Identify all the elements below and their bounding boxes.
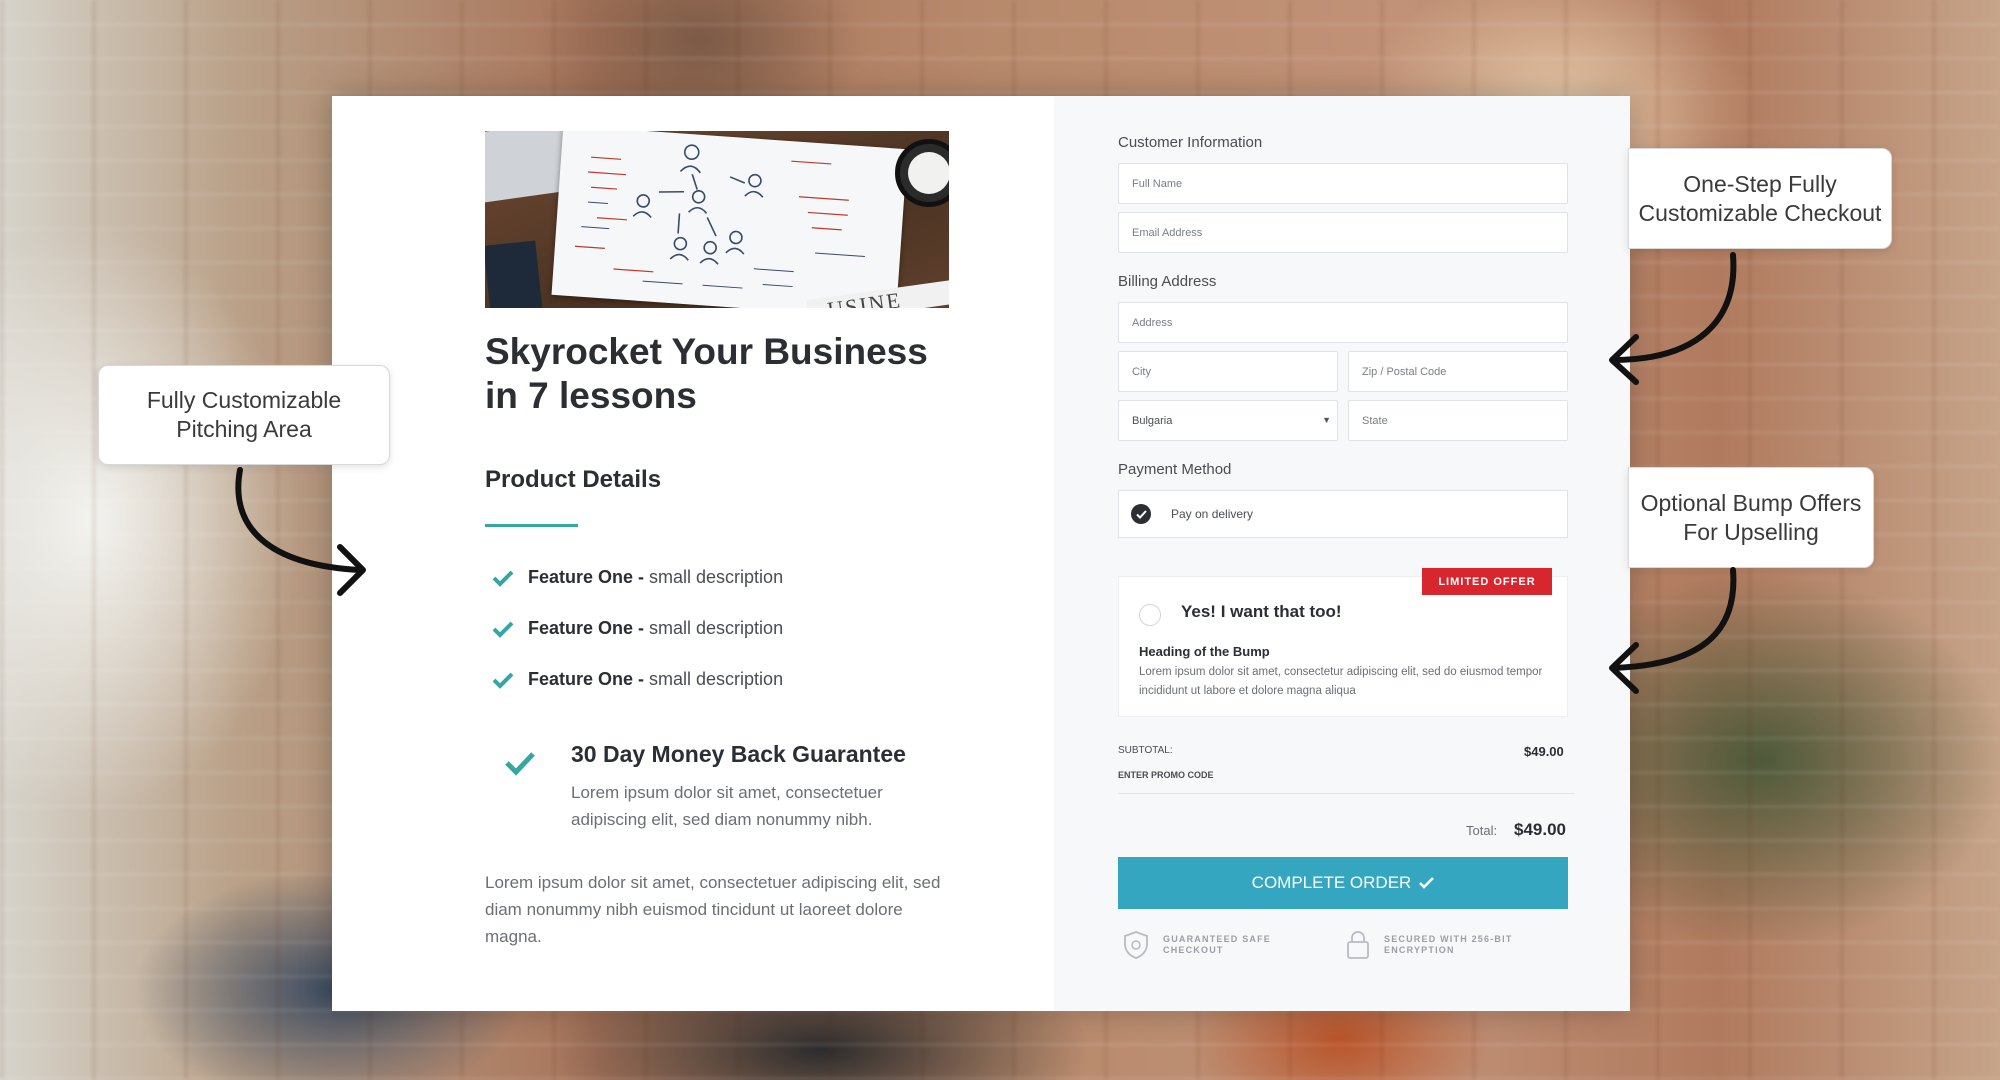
arrow-to-checkout-icon — [1609, 252, 1737, 385]
zip-field[interactable]: Zip / Postal Code — [1348, 351, 1568, 392]
payment-method-label: Payment Method — [1118, 461, 1232, 478]
customer-info-label: Customer Information — [1118, 134, 1263, 151]
dropdown-arrow-icon: ▼ — [1322, 415, 1331, 425]
country-value: Bulgaria — [1132, 414, 1173, 427]
feature-name: Feature One — [528, 618, 634, 638]
guarantee-description: Lorem ipsum dolor sit amet, consectetuer… — [571, 783, 883, 829]
total-value: $49.00 — [1514, 820, 1566, 839]
checkmark-icon — [492, 621, 514, 638]
payment-option-pay-on-delivery[interactable]: Pay on delivery — [1118, 490, 1568, 538]
divider — [1118, 793, 1574, 794]
feature-item: Feature One - small description — [492, 618, 783, 639]
callout-checkout: One-Step Fully Customizable Checkout — [1628, 148, 1892, 249]
feature-desc: small description — [649, 618, 784, 638]
product-details-heading: Product Details — [485, 466, 662, 493]
complete-order-label: COMPLETE ORDER — [1251, 873, 1412, 892]
feature-item: Feature One - small description — [492, 669, 783, 690]
product-title: Skyrocket Your Business in 7 lessons — [485, 331, 928, 416]
limited-offer-badge: LIMITED OFFER — [1422, 568, 1552, 595]
checkmark-icon — [1419, 877, 1435, 889]
feature-name: Feature One — [528, 567, 634, 587]
address-field[interactable]: Address — [1118, 302, 1568, 343]
arrow-to-pitching-icon — [235, 467, 366, 596]
payment-option-label: Pay on delivery — [1171, 507, 1254, 521]
callout-pitching-area: Fully Customizable Pitching Area — [98, 365, 390, 465]
total-label: Total: — [1466, 823, 1498, 838]
state-field[interactable]: State — [1348, 400, 1568, 441]
trust-badge-safe-checkout: GUARANTEED SAFE CHECKOUT — [1123, 930, 1271, 960]
checkmark-icon — [492, 672, 514, 689]
bump-checkbox-label[interactable]: Yes! I want that too! — [1181, 602, 1342, 622]
guarantee-check-icon — [505, 752, 535, 776]
complete-order-button[interactable]: COMPLETE ORDER — [1118, 857, 1568, 909]
callout-bump-offers: Optional Bump Offers For Upselling — [1628, 467, 1874, 568]
trust-badge-encryption: SECURED WITH 256-BIT ENCRYPTION — [1346, 930, 1513, 960]
sales-page-panel: USINE Skyrocket Your Business in 7 lesso… — [332, 96, 1630, 1011]
billing-address-label: Billing Address — [1118, 273, 1217, 290]
email-field[interactable]: Email Address — [1118, 212, 1568, 253]
promo-code-link[interactable]: ENTER PROMO CODE — [1118, 770, 1214, 780]
heading-underline — [485, 524, 578, 527]
shield-icon — [1124, 931, 1148, 959]
product-hero-image: USINE — [485, 131, 949, 308]
bump-checkbox[interactable] — [1139, 604, 1161, 626]
feature-desc: small description — [649, 669, 784, 689]
whiteboard-sketch — [551, 131, 908, 308]
feature-item: Feature One - small description — [492, 567, 783, 588]
bump-heading: Heading of the Bump — [1139, 644, 1270, 659]
order-bump-box: Yes! I want that too! Heading of the Bum… — [1118, 576, 1568, 717]
pitch-body-text: Lorem ipsum dolor sit amet, consectetuer… — [485, 873, 941, 946]
lock-icon — [1347, 931, 1369, 959]
arrow-to-bump-icon — [1609, 567, 1737, 694]
bump-description: Lorem ipsum dolor sit amet, consectetur … — [1139, 666, 1543, 697]
subtotal-label: SUBTOTAL: — [1118, 745, 1173, 756]
checkmark-icon — [492, 570, 514, 587]
guarantee-title: 30 Day Money Back Guarantee — [571, 741, 906, 767]
country-select[interactable]: Bulgaria ▼ — [1118, 400, 1338, 441]
feature-desc: small description — [649, 567, 784, 587]
radio-checked-icon — [1131, 504, 1151, 524]
feature-name: Feature One — [528, 669, 634, 689]
city-field[interactable]: City — [1118, 351, 1338, 392]
full-name-field[interactable]: Full Name — [1118, 163, 1568, 204]
subtotal-value: $49.00 — [1524, 744, 1564, 759]
